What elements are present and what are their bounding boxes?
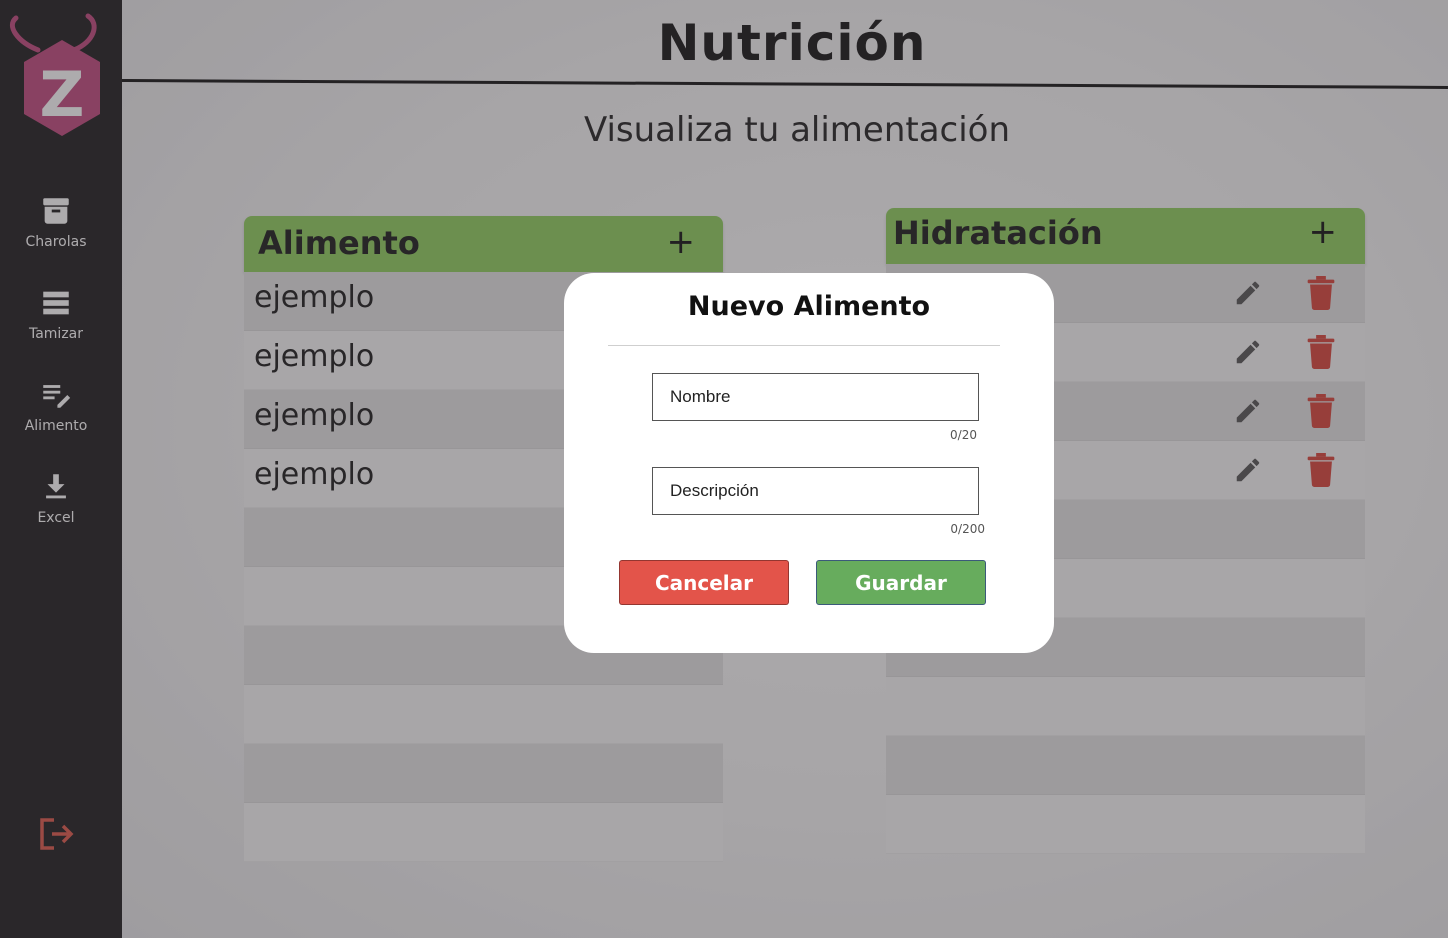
- description-input[interactable]: [652, 467, 979, 515]
- dialog-title: Nuevo Alimento: [687, 291, 931, 322]
- description-counter: 0/200: [950, 522, 985, 536]
- new-food-dialog: Nuevo Alimento 0/20 0/200 Cancelar Guard…: [564, 273, 1054, 653]
- name-input[interactable]: [652, 373, 979, 421]
- dialog-divider: [608, 345, 1000, 346]
- name-counter: 0/20: [950, 428, 977, 442]
- cancel-button[interactable]: Cancelar: [619, 560, 789, 605]
- save-button[interactable]: Guardar: [816, 560, 986, 605]
